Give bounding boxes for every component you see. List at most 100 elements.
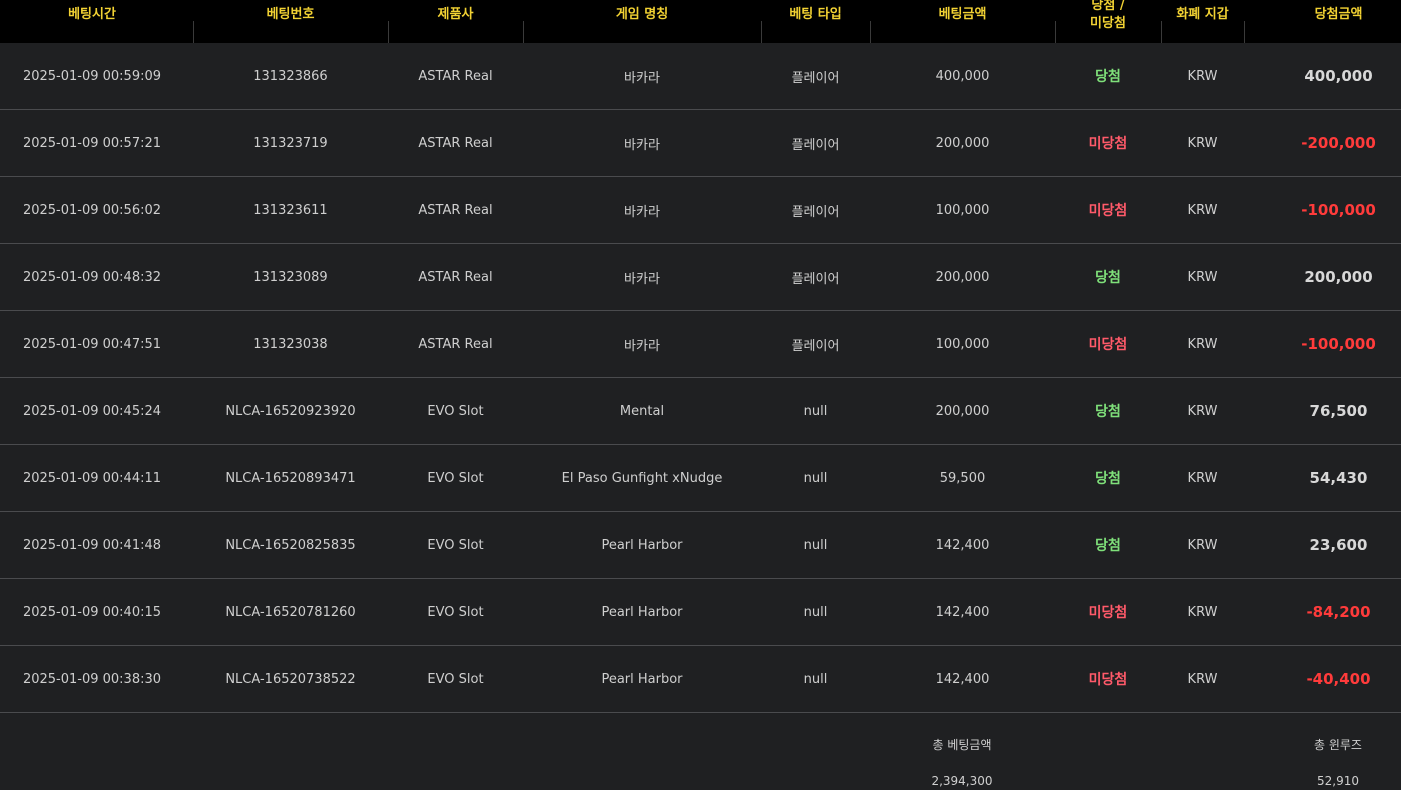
cell-result: 당첨 (1095, 538, 1121, 554)
cell-bet-time: 2025-01-09 00:48:32 (22, 269, 162, 285)
cell-currency: KRW (1187, 202, 1218, 218)
cell-bet-type: null (803, 470, 828, 486)
cell-currency: KRW (1187, 269, 1218, 285)
total-bet-label: 총 베팅금액 (932, 738, 992, 752)
cell-win-amount: -200,000 (1301, 134, 1376, 152)
cell-win-amount: -100,000 (1301, 335, 1376, 353)
cell-bet-id: NLCA-16520781260 (225, 604, 356, 620)
cell-game-name: Pearl Harbor (601, 537, 683, 553)
cell-bet-type: 플레이어 (791, 70, 840, 86)
header-currency: 화폐 지갑 (1176, 6, 1229, 22)
header-separator (761, 21, 762, 43)
summary-section: 총 베팅금액 2,394,300 총 윈루즈 52,910 (0, 714, 1401, 790)
cell-bet-id: NLCA-16520825835 (225, 537, 356, 553)
header-game-name: 게임 명칭 (615, 6, 669, 22)
header-separator (523, 21, 524, 43)
cell-win-amount: -100,000 (1301, 201, 1376, 219)
cell-bet-id: NLCA-16520738522 (225, 671, 356, 687)
cell-win-amount: 54,430 (1309, 469, 1368, 487)
cell-provider: EVO Slot (427, 604, 484, 620)
cell-bet-id: 131323038 (253, 336, 328, 352)
header-win-amount: 당첨금액 (1314, 6, 1363, 22)
cell-result: 미당첨 (1088, 605, 1128, 621)
cell-result: 당첨 (1095, 404, 1121, 420)
table-row: 2025-01-09 00:40:15 NLCA-16520781260 EVO S… (0, 579, 1401, 646)
cell-result: 당첨 (1095, 69, 1121, 85)
cell-game-name: Mental (619, 403, 665, 419)
header-separator (193, 21, 194, 43)
cell-bet-id: 131323866 (253, 68, 328, 84)
cell-bet-amount: 142,400 (935, 671, 990, 687)
cell-game-name: 바카라 (624, 204, 660, 220)
cell-bet-id: 131323611 (253, 202, 328, 218)
cell-result: 당첨 (1095, 471, 1121, 487)
total-bet-value: 2,394,300 (931, 774, 993, 788)
cell-bet-id: NLCA-16520923920 (225, 403, 356, 419)
cell-bet-amount: 142,400 (935, 537, 990, 553)
cell-game-name: 바카라 (624, 137, 660, 153)
header-bet-amount: 베팅금액 (938, 6, 987, 22)
cell-currency: KRW (1187, 403, 1218, 419)
cell-bet-type: 플레이어 (791, 137, 840, 153)
bet-history-page: 베팅시간 베팅번호 제품사 게임 명칭 베팅 타입 베팅금액 당첨 / 미당첨 화폐 지갑 당첨… (0, 0, 1401, 790)
header-separator (870, 21, 871, 43)
cell-currency: KRW (1187, 68, 1218, 84)
cell-provider: ASTAR Real (418, 336, 493, 352)
cell-bet-amount: 200,000 (935, 135, 990, 151)
cell-provider: EVO Slot (427, 403, 484, 419)
cell-bet-amount: 100,000 (935, 336, 990, 352)
cell-bet-id: 131323719 (253, 135, 328, 151)
total-winloss-value: 52,910 (1317, 774, 1359, 788)
cell-bet-time: 2025-01-09 00:40:15 (22, 604, 162, 620)
header-separator (1244, 21, 1245, 43)
cell-game-name: 바카라 (624, 338, 660, 354)
header-separator (1161, 21, 1162, 43)
cell-bet-time: 2025-01-09 00:47:51 (22, 336, 162, 352)
cell-provider: ASTAR Real (418, 68, 493, 84)
cell-game-name: 바카라 (624, 271, 660, 287)
cell-bet-amount: 59,500 (939, 470, 986, 486)
table-row: 2025-01-09 00:59:09 131323866 ASTAR Real 바카… (0, 43, 1401, 110)
header-separator (388, 21, 389, 43)
total-winloss-label: 총 윈루즈 (1314, 738, 1362, 752)
cell-bet-time: 2025-01-09 00:44:11 (22, 470, 162, 486)
cell-game-name: El Paso Gunfight xNudge (561, 470, 723, 486)
cell-currency: KRW (1187, 470, 1218, 486)
table-row: 2025-01-09 00:41:48 NLCA-16520825835 EVO S… (0, 512, 1401, 579)
cell-currency: KRW (1187, 604, 1218, 620)
cell-win-amount: 400,000 (1304, 67, 1373, 85)
cell-bet-amount: 100,000 (935, 202, 990, 218)
table-row: 2025-01-09 00:57:21 131323719 ASTAR Real 바카… (0, 110, 1401, 177)
cell-result: 미당첨 (1088, 672, 1128, 688)
cell-bet-amount: 200,000 (935, 269, 990, 285)
table-header: 베팅시간 베팅번호 제품사 게임 명칭 베팅 타입 베팅금액 당첨 / 미당첨 화폐 지갑 당첨… (0, 0, 1401, 43)
cell-result: 미당첨 (1088, 203, 1128, 219)
cell-bet-time: 2025-01-09 00:45:24 (22, 403, 162, 419)
cell-provider: ASTAR Real (418, 269, 493, 285)
header-bet-time: 베팅시간 (68, 6, 116, 22)
table-row: 2025-01-09 00:48:32 131323089 ASTAR Real 바카… (0, 244, 1401, 311)
cell-bet-type: 플레이어 (791, 204, 840, 220)
cell-win-amount: 23,600 (1309, 536, 1368, 554)
cell-game-name: Pearl Harbor (601, 671, 683, 687)
cell-bet-time: 2025-01-09 00:41:48 (22, 537, 162, 553)
cell-bet-type: null (803, 403, 828, 419)
table-row: 2025-01-09 00:45:24 NLCA-16520923920 EVO S… (0, 378, 1401, 445)
cell-game-name: Pearl Harbor (601, 604, 683, 620)
table-row: 2025-01-09 00:56:02 131323611 ASTAR Real 바카… (0, 177, 1401, 244)
cell-bet-type: 플레이어 (791, 271, 840, 287)
cell-bet-id: 131323089 (253, 269, 328, 285)
cell-bet-type: null (803, 671, 828, 687)
header-provider: 제품사 (437, 6, 474, 22)
table-row: 2025-01-09 00:47:51 131323038 ASTAR Real 바카… (0, 311, 1401, 378)
cell-bet-type: null (803, 537, 828, 553)
header-result: 당첨 / 미당첨 (1090, 0, 1126, 31)
cell-provider: EVO Slot (427, 470, 484, 486)
cell-game-name: 바카라 (624, 70, 660, 86)
cell-bet-type: 플레이어 (791, 338, 840, 354)
cell-bet-amount: 400,000 (935, 68, 990, 84)
cell-bet-amount: 200,000 (935, 403, 990, 419)
cell-currency: KRW (1187, 671, 1218, 687)
cell-result: 미당첨 (1088, 337, 1128, 353)
header-bet-id: 베팅번호 (266, 6, 315, 22)
